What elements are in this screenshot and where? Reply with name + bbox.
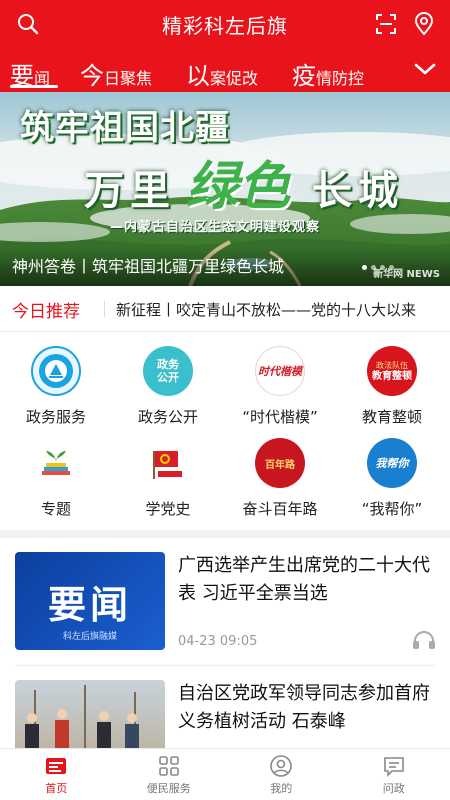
grid-item-party-history[interactable]: 学党史	[112, 434, 224, 522]
tab-label-big: 以	[186, 62, 210, 90]
grid-item-century-road[interactable]: 百年路 奋斗百年路	[224, 434, 336, 522]
top-bar: 精彩科左后旗	[0, 0, 450, 48]
nav-home[interactable]: 首页	[0, 749, 113, 800]
nav-label: 首页	[45, 782, 68, 795]
services-grid-icon	[157, 754, 181, 778]
chevron-down-icon[interactable]	[412, 58, 438, 80]
news-thumbnail: 要闻 科左后旗融媒	[15, 552, 165, 650]
icon-badge-text: 公开	[157, 371, 179, 384]
header: 精彩科左后旗 要闻 今日聚焦 以案促改 疫情防控	[0, 0, 450, 92]
banner-headline-right: 长城	[312, 168, 404, 214]
thumbnail-text: 要闻	[47, 583, 132, 627]
banner-headline-left: 万里	[84, 168, 176, 214]
icon-badge-text: 教育整顿	[372, 371, 412, 382]
nav-profile[interactable]: 我的	[225, 749, 338, 800]
icon-badge-text: 政法队伍	[376, 361, 408, 370]
news-title: 广西选举产生出席党的二十大代表 习近平全票当选	[178, 555, 430, 604]
nav-label: 我的	[270, 782, 293, 795]
icon-badge-text: 政务	[157, 358, 179, 371]
news-thumbnail	[15, 680, 165, 748]
app-root: 精彩科左后旗 要闻 今日聚焦 以案促改 疫情防控 筑牢祖国北疆 万里 长城 绿色…	[0, 0, 450, 800]
grid-item-label: 专题	[40, 500, 71, 518]
news-item[interactable]: 要闻 科左后旗融媒 广西选举产生出席党的二十大代表 习近平全票当选 04-23 …	[0, 538, 450, 666]
gov-open-icon: 政务 公开	[143, 346, 193, 396]
grid-item-label: 奋斗百年路	[242, 500, 318, 518]
active-tab-indicator	[10, 85, 58, 88]
service-grid: 政务服务 政务 公开 政务公开 时代楷模 “时代楷模” 政法队伍 教育整顿 教育…	[0, 342, 450, 526]
tab-label-rest: 日聚焦	[104, 69, 153, 88]
icon-badge-text: 我帮你	[375, 457, 409, 470]
party-history-icon	[143, 438, 193, 488]
nav-services[interactable]: 便民服务	[113, 749, 226, 800]
grid-item-help-you[interactable]: 我帮你 “我帮你”	[336, 434, 448, 522]
grid-item-label: 学党史	[145, 500, 191, 518]
grid-item-gov-open[interactable]: 政务 公开 政务公开	[112, 342, 224, 430]
news-tabs: 要闻 今日聚焦 以案促改 疫情防控	[0, 52, 450, 90]
grid-item-gov-service[interactable]: 政务服务	[0, 342, 112, 430]
grid-item-topic[interactable]: 专题	[0, 434, 112, 522]
tab-label-big: 疫	[292, 62, 316, 90]
grid-item-label: 教育整顿	[361, 408, 422, 426]
tab-label-big: 今	[80, 62, 104, 90]
grid-item-label: “我帮你”	[361, 500, 423, 518]
grid-item-label: 政务公开	[137, 408, 198, 426]
gov-service-icon	[31, 346, 81, 396]
recommend-headline[interactable]: 新征程丨咬定青山不放松——党的十八大以来	[116, 299, 436, 320]
help-you-icon: 我帮你	[367, 438, 417, 488]
thumbnail-caption: 科左后旗融媒	[62, 632, 117, 642]
century-road-icon: 百年路	[255, 438, 305, 488]
scan-icon[interactable]	[372, 10, 400, 38]
banner-subtitle: —内蒙古自治区生态文明建设观察	[110, 220, 321, 235]
banner-headline: 筑牢祖国北疆	[20, 108, 230, 148]
grid-item-role-model[interactable]: 时代楷模 “时代楷模”	[224, 342, 336, 430]
nav-inquiry[interactable]: 问政	[338, 749, 450, 800]
carousel-dot[interactable]	[362, 265, 367, 270]
bottom-nav: 首页 便民服务 我的 问政	[0, 748, 450, 800]
tab-label-rest: 案促改	[210, 69, 259, 88]
profile-icon	[269, 754, 293, 778]
tab-case-reform[interactable]: 以案促改	[186, 56, 258, 91]
news-time: 04-23 09:05	[178, 634, 258, 649]
education-icon: 政法队伍 教育整顿	[367, 346, 417, 396]
tab-today-focus[interactable]: 今日聚焦	[80, 56, 152, 91]
tab-epidemic[interactable]: 疫情防控	[292, 56, 364, 91]
icon-badge-text: 时代楷模	[258, 365, 302, 378]
role-model-icon: 时代楷模	[255, 346, 305, 396]
icon-badge-text: 百年路	[265, 459, 295, 471]
grid-item-label: 政务服务	[25, 408, 86, 426]
news-title: 自治区党政军领导同志参加首府义务植树活动 石泰峰	[178, 683, 430, 732]
location-icon[interactable]	[410, 10, 438, 38]
today-recommend[interactable]: 今日推荐 新征程丨咬定青山不放松——党的十八大以来	[0, 286, 450, 332]
recommend-divider	[104, 301, 105, 317]
grid-item-label: “时代楷模”	[242, 408, 318, 426]
banner-headline-green: 绿色	[186, 157, 291, 217]
home-icon	[44, 754, 68, 778]
grid-item-education[interactable]: 政法队伍 教育整顿 教育整顿	[336, 342, 448, 430]
tab-label-rest: 情防控	[316, 69, 365, 88]
headphones-icon[interactable]	[412, 630, 436, 650]
nav-label: 便民服务	[146, 782, 191, 795]
topic-icon	[31, 438, 81, 488]
banner-caption: 神州答卷丨筑牢祖国北疆万里绿色长城	[12, 257, 285, 276]
inquiry-icon	[382, 754, 406, 778]
nav-label: 问政	[382, 782, 405, 795]
xinhua-watermark: 新华网 NEWS	[373, 269, 440, 280]
news-item[interactable]: 自治区党政军领导同志参加首府义务植树活动 石泰峰	[0, 666, 450, 748]
recommend-label: 今日推荐	[12, 302, 80, 322]
banner-carousel[interactable]: 筑牢祖国北疆 万里 长城 绿色 —内蒙古自治区生态文明建设观察 神州答卷丨筑牢祖国…	[0, 92, 450, 286]
section-divider	[0, 530, 450, 538]
